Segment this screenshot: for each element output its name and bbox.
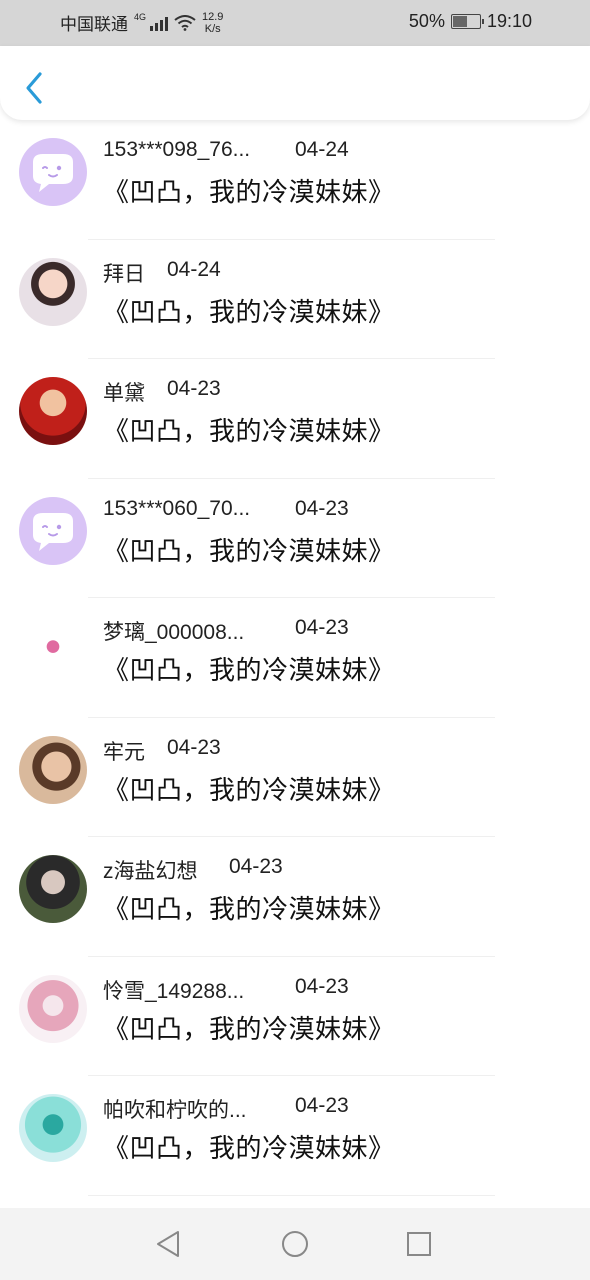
app-bar bbox=[0, 46, 590, 120]
item-header: z海盐幻想 04-23 bbox=[103, 855, 483, 883]
avatar-photo[interactable] bbox=[19, 377, 87, 445]
item-book-title: 《凹凸，我的冷漠妹妹》 bbox=[103, 536, 395, 567]
item-header: 153***098_76... 04-24 bbox=[103, 138, 483, 166]
avatar-photo[interactable] bbox=[19, 735, 87, 804]
avatar[interactable] bbox=[19, 496, 87, 565]
back-button[interactable] bbox=[18, 68, 50, 108]
item-username: z海盐幻想 bbox=[103, 860, 198, 883]
system-nav-bar bbox=[0, 1208, 590, 1280]
item-date: 04-24 bbox=[167, 257, 221, 281]
network-speed: 12.9 K/s bbox=[202, 11, 223, 35]
list-item[interactable]: 拜日 04-24 《凹凸，我的冷漠妹妹》 bbox=[0, 240, 590, 359]
battery-icon bbox=[450, 14, 484, 29]
item-date: 04-23 bbox=[167, 377, 221, 400]
list-item[interactable]: z海盐幻想 04-23 《凹凸，我的冷漠妹妹》 bbox=[0, 837, 590, 957]
nav-back-button[interactable] bbox=[150, 1226, 186, 1262]
item-header: 153***060_70... 04-23 bbox=[103, 497, 483, 525]
avatar-photo[interactable] bbox=[19, 616, 87, 684]
item-header: 拜日 04-24 bbox=[103, 258, 483, 286]
avatar-photo[interactable] bbox=[19, 1094, 87, 1162]
nav-home-button[interactable] bbox=[277, 1226, 313, 1262]
list-item[interactable]: 牢元 04-23 《凹凸，我的冷漠妹妹》 bbox=[0, 718, 590, 837]
signal-icon bbox=[150, 15, 169, 31]
status-bar: 中国联通 4G 12.9 K/s 50% 19:10 bbox=[0, 0, 590, 46]
item-date: 04-23 bbox=[295, 616, 349, 639]
clock: 19:10 bbox=[486, 11, 532, 31]
carrier-name: 中国联通 bbox=[60, 15, 128, 34]
item-header: 梦璃_000008... 04-23 bbox=[103, 616, 483, 644]
list-item[interactable]: 153***060_70... 04-23 《凹凸，我的冷漠妹妹》 bbox=[0, 479, 590, 598]
item-header: 帕吹和柠吹的... 04-23 bbox=[103, 1094, 483, 1122]
item-book-title: 《凹凸，我的冷漠妹妹》 bbox=[103, 1134, 395, 1164]
item-username: 怜雪_149288... bbox=[103, 979, 245, 1003]
item-header: 牢元 04-23 bbox=[103, 736, 483, 764]
item-date: 04-23 bbox=[167, 735, 221, 759]
chat-bubble-icon bbox=[33, 154, 73, 192]
item-date: 04-24 bbox=[295, 138, 349, 161]
item-book-title: 《凹凸，我的冷漠妹妹》 bbox=[103, 775, 395, 806]
item-username: 帕吹和柠吹的... bbox=[103, 1099, 247, 1122]
speed-unit: K/s bbox=[204, 22, 221, 35]
item-book-title: 《凹凸，我的冷漠妹妹》 bbox=[103, 1014, 395, 1045]
item-book-title: 《凹凸，我的冷漠妹妹》 bbox=[103, 656, 395, 686]
avatar-photo[interactable] bbox=[19, 257, 87, 326]
network-type: 4G bbox=[134, 11, 147, 22]
triangle-back-icon bbox=[157, 1231, 179, 1257]
item-book-title: 《凹凸，我的冷漠妹妹》 bbox=[103, 297, 395, 328]
status-left: 中国联通 4G 12.9 K/s bbox=[60, 10, 223, 35]
speed-value: 12.9 bbox=[202, 10, 224, 23]
list-item[interactable]: 怜雪_149288... 04-23 《凹凸，我的冷漠妹妹》 bbox=[0, 957, 590, 1076]
chat-bubble-icon bbox=[33, 512, 73, 551]
list-item[interactable]: 153***098_76... 04-24 《凹凸，我的冷漠妹妹》 bbox=[0, 120, 590, 240]
square-recents-icon bbox=[407, 1232, 431, 1256]
item-username: 拜日 bbox=[103, 262, 145, 286]
item-username: 梦璃_000008... bbox=[103, 621, 245, 644]
list-item[interactable]: 单黛 04-23 《凹凸，我的冷漠妹妹》 bbox=[0, 359, 590, 479]
wifi-icon bbox=[174, 14, 196, 31]
nav-recents-button[interactable] bbox=[401, 1226, 437, 1262]
avatar-photo[interactable] bbox=[19, 855, 87, 923]
item-date: 04-23 bbox=[229, 855, 283, 878]
item-book-title: 《凹凸，我的冷漠妹妹》 bbox=[103, 417, 395, 447]
item-date: 04-23 bbox=[295, 496, 349, 520]
item-username: 153***060_70... bbox=[103, 496, 251, 520]
item-date: 04-23 bbox=[295, 1094, 349, 1117]
battery-percent: 50% bbox=[408, 11, 445, 31]
item-book-title: 《凹凸，我的冷漠妹妹》 bbox=[103, 895, 395, 925]
list-item[interactable]: 梦璃_000008... 04-23 《凹凸，我的冷漠妹妹》 bbox=[0, 598, 590, 718]
item-book-title: 《凹凸，我的冷漠妹妹》 bbox=[103, 178, 395, 208]
divider bbox=[88, 1194, 495, 1196]
item-username: 牢元 bbox=[103, 740, 145, 764]
battery-level bbox=[452, 16, 467, 27]
message-list: 153***098_76... 04-24 《凹凸，我的冷漠妹妹》 拜日 04-24 《凹… bbox=[0, 120, 590, 1196]
item-username: 单黛 bbox=[103, 382, 145, 405]
list-item[interactable]: 帕吹和柠吹的... 04-23 《凹凸，我的冷漠妹妹》 bbox=[0, 1076, 590, 1196]
chevron-left-icon bbox=[26, 72, 42, 104]
item-username: 153***098_76... bbox=[103, 138, 251, 161]
avatar-photo[interactable] bbox=[19, 974, 87, 1043]
avatar[interactable] bbox=[19, 138, 87, 206]
circle-home-icon bbox=[282, 1231, 308, 1257]
item-header: 单黛 04-23 bbox=[103, 377, 483, 405]
status-right: 50% 19:10 bbox=[409, 11, 532, 32]
item-header: 怜雪_149288... 04-23 bbox=[103, 975, 483, 1003]
item-date: 04-23 bbox=[295, 974, 349, 998]
